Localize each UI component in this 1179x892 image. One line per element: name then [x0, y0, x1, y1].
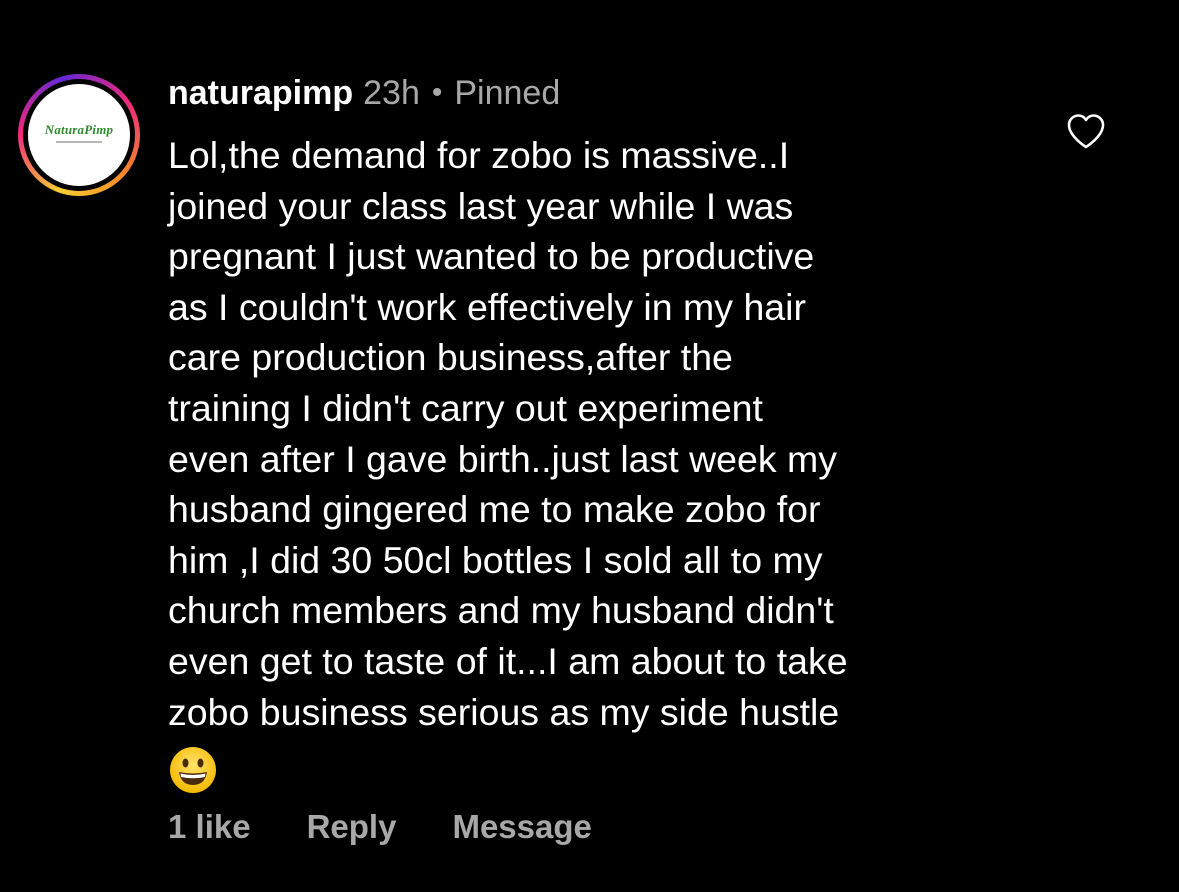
comment-text-line: joined your class last year while I was — [168, 184, 794, 227]
comment-text: Lol,the demand for zobo is massive..I jo… — [168, 130, 1048, 808]
comment-body: naturapimp 23h • Pinned Lol,the demand f… — [168, 70, 1048, 808]
comment-actions: 1 like Reply Message — [168, 808, 592, 846]
comment-text-line: even get to taste of it...I am about to … — [168, 639, 848, 682]
comment-text-line: even after I gave birth..just last week … — [168, 437, 838, 480]
avatar-logo-text: NaturaPimp — [44, 121, 114, 137]
pinned-comment: NaturaPimp naturapimp 23h • Pinned Lol,t… — [0, 0, 1179, 892]
comment-text-line: care production business,after the — [168, 336, 733, 379]
avatar-ring-gap: NaturaPimp — [23, 79, 135, 191]
comment-timestamp: 23h — [363, 73, 420, 112]
message-button[interactable]: Message — [452, 808, 591, 846]
comment-text-line: Lol,the demand for zobo is massive..I — [168, 134, 790, 176]
reply-button[interactable]: Reply — [307, 808, 397, 846]
avatar-logo-underline — [56, 140, 102, 143]
comment-meta: naturapimp 23h • Pinned — [168, 70, 1048, 116]
like-count-link[interactable]: 1 like — [168, 808, 251, 846]
comment-text-line: him ,I did 30 50cl bottles I sold all to… — [168, 538, 823, 581]
comment-text-line: husband gingered me to make zobo for — [168, 488, 821, 531]
avatar: NaturaPimp — [28, 84, 130, 186]
comment-text-line: zobo business serious as my side hustle — [168, 690, 840, 733]
comment-text-line: pregnant I just wanted to be productive — [168, 235, 815, 278]
username-link[interactable]: naturapimp — [168, 74, 353, 113]
grinning-face-emoji — [168, 745, 218, 795]
meta-separator: • — [431, 76, 443, 109]
heart-outline-icon[interactable] — [1066, 112, 1106, 150]
comment-text-line: training I didn't carry out experiment — [168, 386, 763, 429]
avatar-story-ring[interactable]: NaturaPimp — [18, 74, 140, 196]
pinned-label: Pinned — [454, 73, 561, 112]
comment-screen: NaturaPimp naturapimp 23h • Pinned Lol,t… — [0, 0, 1179, 892]
comment-text-line: as I couldn't work effectively in my hai… — [168, 285, 806, 328]
comment-text-line: church members and my husband didn't — [168, 589, 834, 632]
